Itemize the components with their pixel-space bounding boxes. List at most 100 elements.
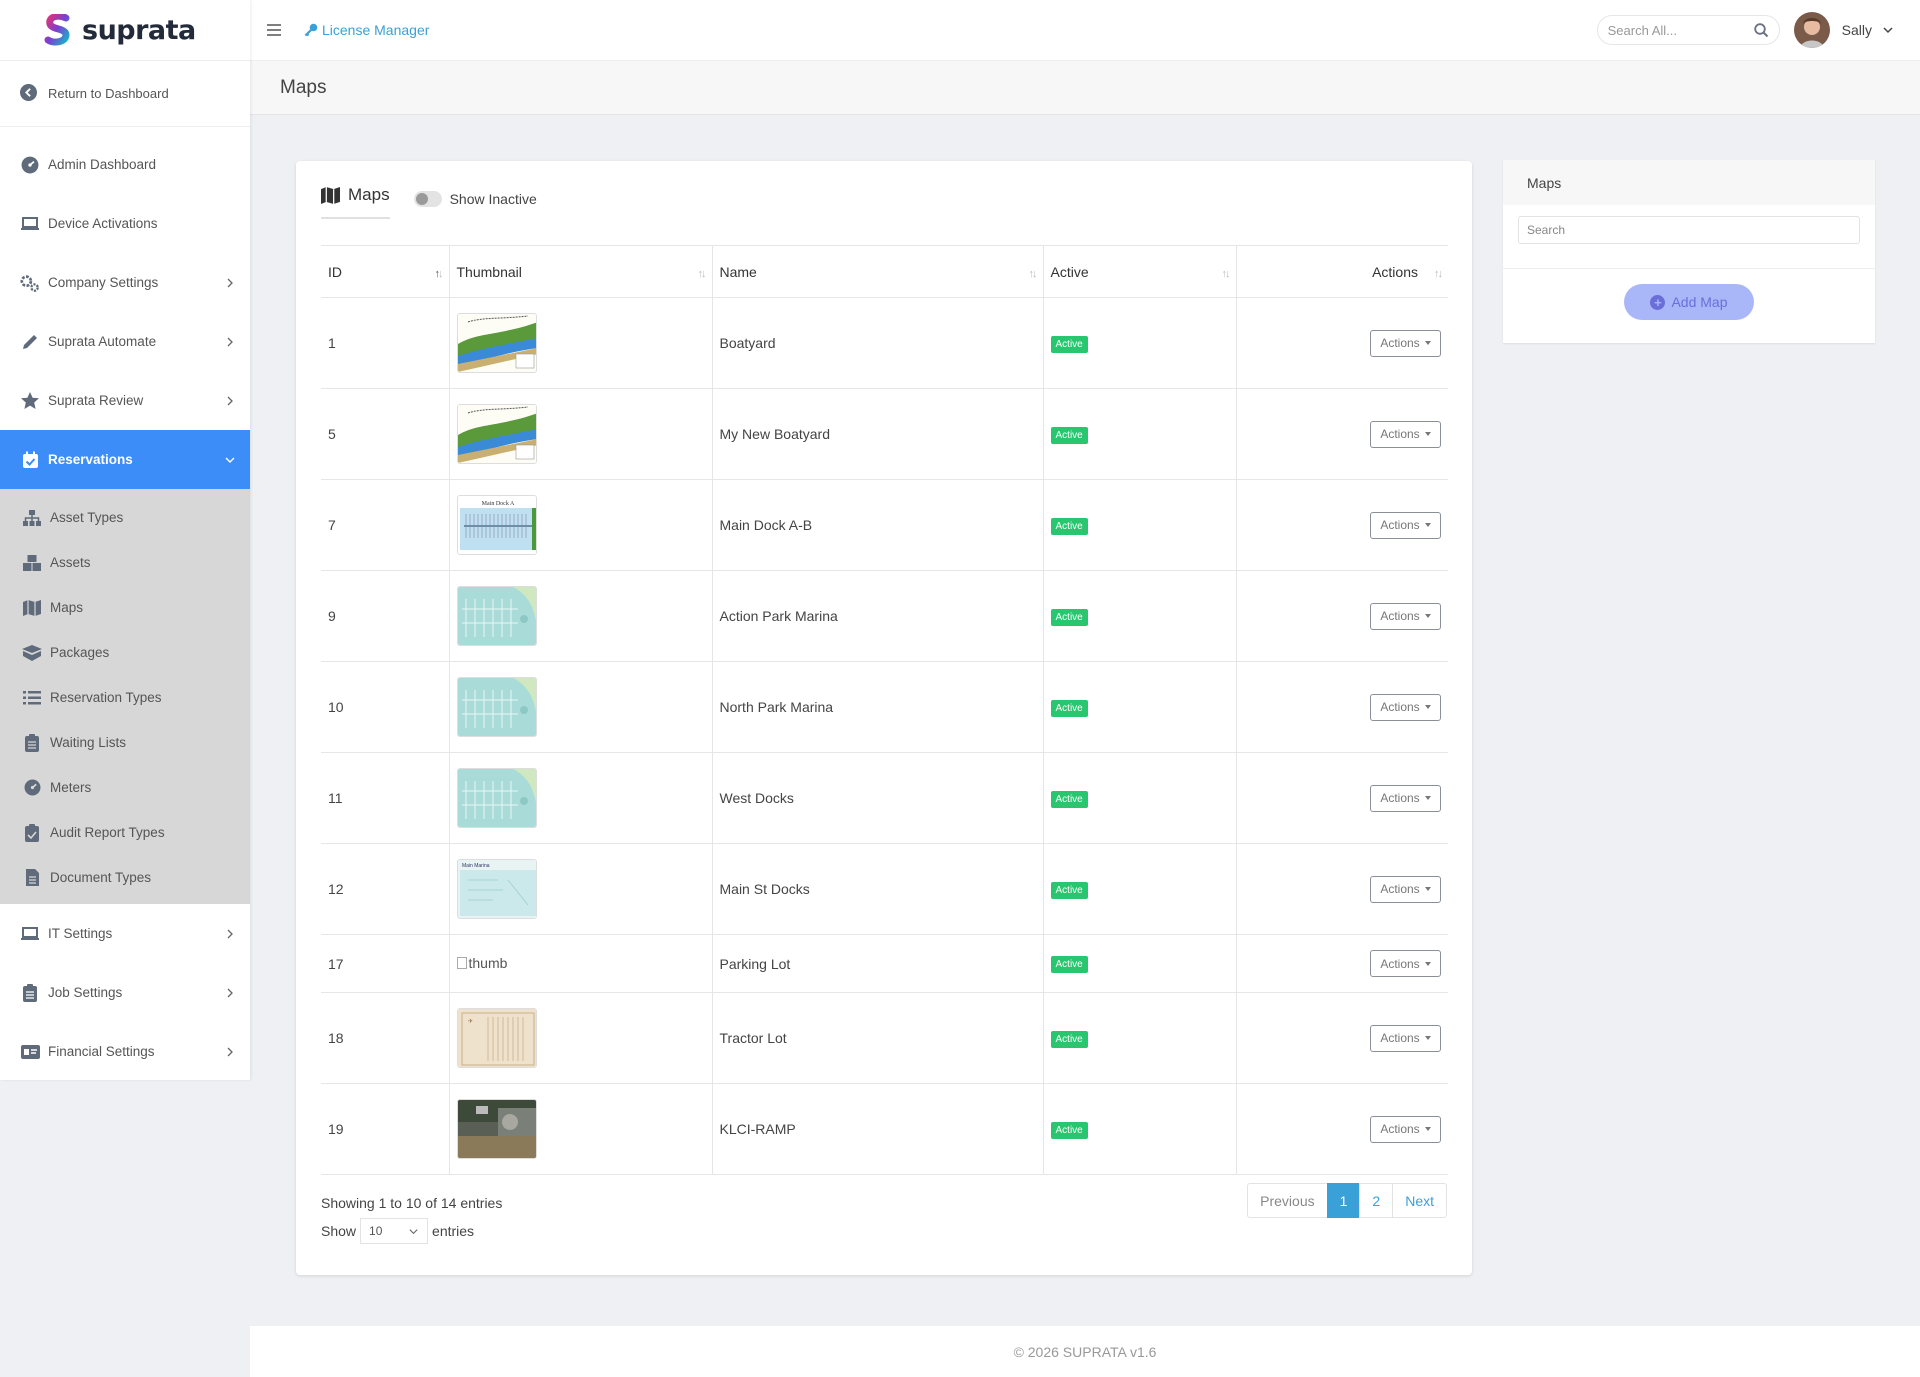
sidebar-subitem-asset-types[interactable]: Asset Types (0, 495, 250, 540)
map-thumbnail[interactable] (456, 586, 537, 646)
column-header-label: Active (1050, 263, 1089, 280)
actions-dropdown-button[interactable]: Actions (1370, 511, 1441, 539)
actions-dropdown-button[interactable]: Actions (1370, 602, 1441, 630)
sidebar-item-reservations[interactable]: Reservations (0, 430, 250, 489)
calendar-check-icon (20, 450, 40, 470)
column-header-id[interactable]: ID ↑↓ (321, 245, 450, 298)
column-header-thumbnail[interactable]: Thumbnail ↑↓ (449, 245, 713, 298)
page-length-select[interactable]: 10 (360, 1218, 429, 1244)
actions-dropdown-button[interactable]: Actions (1370, 1024, 1441, 1052)
svg-text:Main Marina: Main Marina (462, 863, 490, 869)
sidebar-item-suprata-review[interactable]: Suprata Review (0, 371, 250, 430)
global-search-input[interactable]: Search All... (1596, 15, 1780, 45)
pagination-next[interactable]: Next (1392, 1183, 1447, 1218)
actions-dropdown-button[interactable]: Actions (1370, 950, 1441, 977)
cell-name: West Docks (712, 752, 1044, 844)
sidebar-item-device-activations[interactable]: Device Activations (0, 194, 250, 253)
sidebar-item-label: Admin Dashboard (48, 157, 157, 172)
column-header-actions[interactable]: Actions ↑↓ (1236, 245, 1448, 298)
actions-label: Actions (1380, 1031, 1420, 1045)
cell-id: 12 (321, 843, 450, 935)
sidebar-item-job-settings[interactable]: Job Settings (0, 963, 250, 1022)
map-thumbnail[interactable] (456, 768, 537, 828)
maps-card: Maps Show Inactive ID ↑↓ Thumbnail ↑↓ Name… (296, 161, 1472, 1275)
cell-active: Active (1043, 661, 1237, 753)
actions-dropdown-button[interactable]: Actions (1370, 784, 1441, 812)
sidebar-subitem-label: Meters (50, 780, 92, 795)
actions-dropdown-button[interactable]: Actions (1370, 329, 1441, 357)
actions-dropdown-button[interactable]: Actions (1370, 420, 1441, 448)
pencil-icon (20, 332, 40, 352)
footer: © 2026 SUPRATA v1.6 (250, 1326, 1920, 1377)
sidebar-item-suprata-automate[interactable]: Suprata Automate (0, 312, 250, 371)
cell-id: 7 (321, 479, 450, 571)
tab-maps[interactable]: Maps (321, 185, 390, 219)
actions-label: Actions (1380, 956, 1420, 971)
pagination-page-2[interactable]: 2 (1359, 1183, 1394, 1218)
chevron-down-icon[interactable] (1882, 24, 1894, 36)
sidebar-subitem-reservation-types[interactable]: Reservation Types (0, 675, 250, 720)
avatar[interactable] (1793, 12, 1830, 48)
show-inactive-toggle[interactable] (413, 191, 442, 207)
sidebar-subitem-audit-report-types[interactable]: Audit Report Types (0, 810, 250, 855)
sidebar-subitem-meters[interactable]: Meters (0, 765, 250, 810)
user-name[interactable]: Sally (1842, 22, 1872, 38)
map-thumbnail[interactable] (456, 404, 537, 464)
clipboard-list-icon (22, 733, 42, 753)
svg-text:Main Dock A: Main Dock A (481, 501, 514, 507)
sort-icon: ↑↓ (1221, 268, 1231, 280)
map-thumbnail[interactable]: Main Dock A (456, 495, 537, 555)
sort-icon: ↑↓ (1434, 268, 1443, 280)
broken-image-icon: thumb (456, 955, 507, 971)
table-row: 5 My New Boatyard Active Actions (321, 388, 1448, 480)
sidebar-subitem-label: Packages (50, 645, 110, 660)
actions-dropdown-button[interactable]: Actions (1370, 875, 1441, 903)
sidebar-subitem-document-types[interactable]: Document Types (0, 855, 250, 900)
side-panel-search-input[interactable]: Search (1518, 216, 1860, 244)
column-header-active[interactable]: Active ↑↓ (1043, 245, 1237, 298)
box-icon (22, 643, 42, 663)
actions-dropdown-button[interactable]: Actions (1370, 693, 1441, 721)
cell-actions: Actions (1236, 388, 1448, 480)
sidebar-subitem-maps[interactable]: Maps (0, 585, 250, 630)
pagination-previous[interactable]: Previous (1247, 1183, 1328, 1218)
status-badge: Active (1050, 335, 1088, 353)
logo[interactable]: suprata (0, 0, 250, 61)
add-map-button[interactable]: + Add Map (1624, 284, 1754, 320)
sidebar-subitem-waiting-lists[interactable]: Waiting Lists (0, 720, 250, 765)
sidebar-item-it-settings[interactable]: IT Settings (0, 904, 250, 963)
map-thumbnail[interactable] (456, 313, 537, 373)
column-header-name[interactable]: Name ↑↓ (712, 245, 1044, 298)
sidebar-item-admin-dashboard[interactable]: Admin Dashboard (0, 135, 250, 194)
toggle-label: Show Inactive (449, 191, 537, 207)
map-thumbnail[interactable]: Main Marina (456, 859, 537, 919)
map-thumbnail[interactable] (456, 677, 537, 737)
pagination-page-1[interactable]: 1 (1326, 1183, 1361, 1218)
breadcrumb-license-manager[interactable]: License Manager (304, 22, 429, 38)
logo-text: suprata (82, 14, 196, 46)
gears-icon (20, 273, 40, 293)
status-badge: Active (1050, 608, 1088, 626)
cell-id: 11 (321, 752, 450, 844)
topbar: License Manager Search All... Sally (250, 0, 1920, 61)
chevron-right-icon (227, 929, 233, 938)
sidebar-item-company-settings[interactable]: Company Settings (0, 253, 250, 312)
cell-id: 18 (321, 992, 450, 1084)
cell-active: Active (1043, 843, 1237, 935)
actions-label: Actions (1380, 882, 1420, 896)
status-badge: Active (1050, 881, 1088, 899)
actions-dropdown-button[interactable]: Actions (1370, 1115, 1441, 1143)
return-to-dashboard-link[interactable]: Return to Dashboard (0, 61, 250, 127)
map-thumbnail[interactable]: ✈ (456, 1008, 537, 1068)
sidebar-subitem-label: Waiting Lists (50, 735, 127, 750)
hamburger-menu-icon[interactable] (266, 23, 282, 37)
map-thumbnail[interactable] (456, 1099, 537, 1159)
cell-active: Active (1043, 1083, 1237, 1175)
sidebar-item-financial-settings[interactable]: Financial Settings (0, 1022, 250, 1081)
cell-thumbnail (449, 1083, 713, 1175)
sidebar-subitem-assets[interactable]: Assets (0, 540, 250, 585)
sidebar-item-label: IT Settings (48, 926, 113, 941)
divider (1503, 268, 1875, 269)
sidebar-subitem-packages[interactable]: Packages (0, 630, 250, 675)
column-header-label: ID (328, 263, 342, 280)
